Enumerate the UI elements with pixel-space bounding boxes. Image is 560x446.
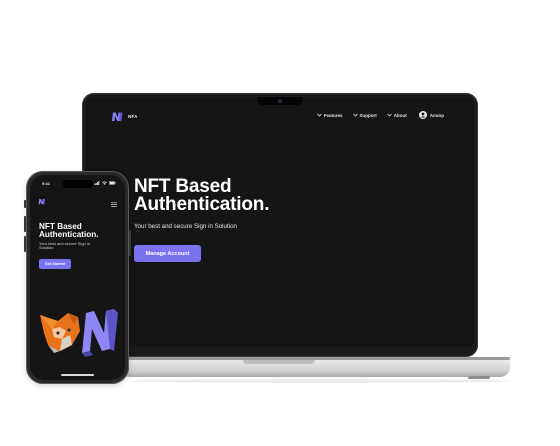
hero-title-line-2: Authentication. bbox=[134, 194, 270, 215]
laptop-navbar: NFA Features Support About Anoop bbox=[86, 97, 474, 133]
laptop-base-groove bbox=[243, 360, 315, 364]
laptop-base bbox=[120, 357, 510, 377]
logo[interactable] bbox=[38, 192, 46, 210]
hero-subtitle: Your best and secure Sign in Solution bbox=[134, 223, 237, 230]
user-name: Anoop bbox=[429, 112, 444, 118]
hero-title: NFT Based Authentication. bbox=[39, 222, 99, 239]
nfa-logo-icon bbox=[112, 112, 123, 121]
dynamic-island bbox=[63, 180, 93, 188]
menu-icon bbox=[111, 202, 117, 207]
chevron-down-icon bbox=[386, 113, 392, 117]
get-started-button[interactable]: Get Started bbox=[39, 259, 71, 269]
laptop-screen: NFA Features Support About Anoop NFT Bas… bbox=[86, 97, 474, 347]
nav-menu: Features Support About Anoop bbox=[316, 111, 444, 119]
chevron-down-icon bbox=[352, 113, 358, 117]
nav-item-about[interactable]: About bbox=[386, 112, 407, 118]
nfa-logo-icon bbox=[38, 199, 46, 205]
battery-icon bbox=[109, 181, 116, 185]
user-icon bbox=[418, 111, 427, 119]
hero-subtitle: Your best and secure Sign in Solution bbox=[39, 241, 90, 251]
floor-shadow bbox=[130, 379, 510, 383]
nav-item-features[interactable]: Features bbox=[316, 112, 343, 118]
nav-item-support[interactable]: Support bbox=[352, 112, 377, 118]
nav-item-label: Support bbox=[359, 112, 377, 118]
logo[interactable]: NFA bbox=[111, 111, 138, 122]
home-indicator bbox=[61, 374, 94, 376]
wifi-icon bbox=[102, 181, 107, 185]
hero-title-line-2: Authentication. bbox=[39, 230, 99, 239]
logo-text: NFA bbox=[128, 114, 138, 119]
signal-icon bbox=[94, 181, 100, 185]
laptop-base-lip bbox=[120, 357, 510, 360]
manage-account-button[interactable]: Manage Account bbox=[134, 245, 201, 262]
user-account-menu[interactable]: Anoop bbox=[418, 111, 444, 119]
nav-item-label: About bbox=[393, 112, 407, 118]
phone-screen: 9:41 NFT Based Authentication. Your best… bbox=[30, 175, 125, 380]
status-time: 9:41 bbox=[42, 181, 51, 186]
status-icons bbox=[94, 181, 116, 185]
menu-button[interactable] bbox=[111, 194, 117, 212]
fox-icon bbox=[40, 309, 118, 357]
chevron-down-icon bbox=[316, 113, 322, 117]
laptop-base-foot bbox=[468, 376, 490, 379]
hero-title: NFT Based Authentication. bbox=[134, 177, 270, 215]
nav-item-label: Features bbox=[323, 112, 343, 118]
